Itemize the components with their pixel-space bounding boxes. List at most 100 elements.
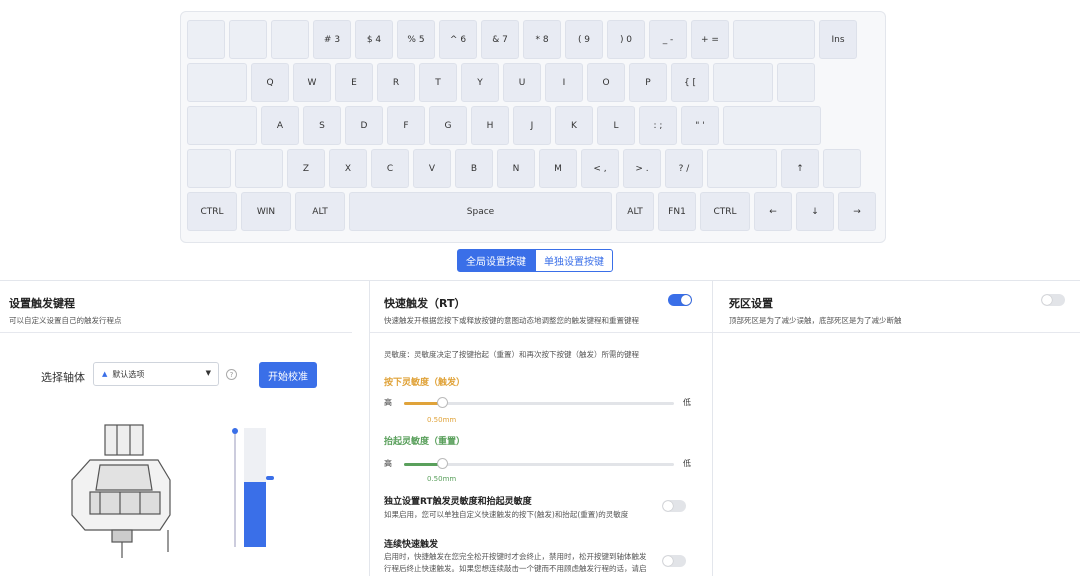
keyboard-key[interactable]: CTRL (700, 192, 750, 231)
keyboard-key[interactable]: Space (349, 192, 612, 231)
release-slider-handle[interactable] (437, 458, 448, 469)
keyboard-key[interactable]: I (545, 63, 583, 102)
keyboard-key[interactable]: Q (251, 63, 289, 102)
settings-mode-tabs: 全局设置按键 单独设置按键 (457, 249, 613, 272)
keyboard-key[interactable]: K (555, 106, 593, 145)
keyboard-key[interactable]: _ - (649, 20, 687, 59)
keyboard-key[interactable]: & 7 (481, 20, 519, 59)
keyboard-key[interactable]: # 3 (313, 20, 351, 59)
sensitivity-desc: 灵敏度：灵敏度决定了按键抬起（重置）和再次按下按键（触发）所需的键程 (384, 350, 639, 359)
keyboard-key[interactable] (187, 106, 257, 145)
keyboard-key[interactable] (777, 63, 815, 102)
start-calibration-button[interactable]: 开始校准 (259, 362, 317, 388)
keyboard-key[interactable]: H (471, 106, 509, 145)
keyboard-key[interactable]: A (261, 106, 299, 145)
independent-rt-toggle[interactable] (662, 500, 686, 512)
toggle-knob (1042, 295, 1052, 305)
keyboard-key[interactable]: R (377, 63, 415, 102)
release-value: 0.50mm (427, 475, 457, 483)
keyboard-key[interactable]: ( 9 (565, 20, 603, 59)
divider (713, 332, 1080, 333)
keyboard-key[interactable]: N (497, 149, 535, 188)
keyboard-key[interactable] (235, 149, 283, 188)
keyboard-key[interactable]: ALT (295, 192, 345, 231)
axis-select-value: 默认选项 (112, 369, 145, 379)
keyboard-row-4: Z X C V B N M < , > .? / ↑ (187, 149, 861, 188)
keyboard-key[interactable]: : ; (639, 106, 677, 145)
keyboard-key[interactable]: P (629, 63, 667, 102)
trigger-panel-title: 设置触发键程 (9, 297, 75, 310)
rt-panel-title: 快速触发（RT） (384, 297, 466, 310)
keyboard-key[interactable] (229, 20, 267, 59)
keyboard-key[interactable]: B (455, 149, 493, 188)
keyboard-key[interactable]: → (838, 192, 876, 231)
keyboard-key[interactable]: WIN (241, 192, 291, 231)
axis-select[interactable]: ▲ 默认选项 ▼ (93, 362, 219, 386)
keyboard-key[interactable]: " ' (681, 106, 719, 145)
press-slider-handle[interactable] (437, 397, 448, 408)
keyboard-key[interactable]: W (293, 63, 331, 102)
help-icon[interactable]: ? (226, 369, 237, 380)
keyboard-key[interactable]: ↓ (796, 192, 834, 231)
keyboard-key[interactable]: V (413, 149, 451, 188)
keyboard-key[interactable]: L (597, 106, 635, 145)
keyboard-key[interactable] (823, 149, 861, 188)
keyboard-key[interactable]: S (303, 106, 341, 145)
keyboard-key[interactable]: < , (581, 149, 619, 188)
keyboard-key[interactable] (187, 149, 231, 188)
keyboard-key[interactable]: * 8 (523, 20, 561, 59)
keyboard-key[interactable]: E (335, 63, 373, 102)
keyboard-key[interactable]: CTRL (187, 192, 237, 231)
keyboard-key[interactable]: > . (623, 149, 661, 188)
keyboard-key[interactable]: U (503, 63, 541, 102)
independent-rt-title: 独立设置RT触发灵敏度和抬起灵敏度 (384, 497, 532, 507)
tab-global-settings[interactable]: 全局设置按键 (457, 249, 535, 272)
keyboard-key[interactable]: FN1 (658, 192, 696, 231)
keyboard-key[interactable] (723, 106, 821, 145)
keyboard-key[interactable]: + = (691, 20, 729, 59)
keyboard-key[interactable]: Z (287, 149, 325, 188)
keyboard-key[interactable]: ← (754, 192, 792, 231)
keyboard-key[interactable]: ALT (616, 192, 654, 231)
keyboard-preview: # 3 $ 4% 5 ^ 6 & 7 * 8( 9) 0 _ - + = Ins QWERTY… (180, 11, 886, 243)
travel-scale (234, 428, 236, 547)
rt-panel-desc: 快速触发开根据您按下或释放按键的意图动态地调整您的触发键程和重置键程 (384, 316, 639, 325)
keyboard-key[interactable]: D (345, 106, 383, 145)
keyboard-key[interactable] (187, 20, 225, 59)
rt-toggle[interactable] (668, 294, 692, 306)
keyboard-key[interactable]: { [ (671, 63, 709, 102)
keyboard-key[interactable] (713, 63, 773, 102)
keyboard-key[interactable]: C (371, 149, 409, 188)
keyboard-key[interactable] (271, 20, 309, 59)
travel-marker[interactable] (266, 476, 274, 480)
trigger-panel-desc: 可以自定义设置自己的触发行程点 (9, 316, 122, 325)
continuous-rt-toggle[interactable] (662, 555, 686, 567)
keyboard-key[interactable]: J (513, 106, 551, 145)
keyboard-key[interactable]: Ins (819, 20, 857, 59)
deadzone-panel: 死区设置 顶部死区是为了减少误触，底部死区是为了减少断触 (713, 280, 1080, 576)
keyboard-key[interactable]: M (539, 149, 577, 188)
keyboard-key[interactable] (187, 63, 247, 102)
deadzone-toggle[interactable] (1041, 294, 1065, 306)
keyboard-key[interactable]: Y (461, 63, 499, 102)
press-low-label: 低 (683, 398, 691, 407)
keyboard-key[interactable]: T (419, 63, 457, 102)
press-sensitivity-slider[interactable] (404, 397, 674, 408)
travel-top-marker[interactable] (232, 428, 238, 434)
keyboard-key[interactable]: G (429, 106, 467, 145)
keyboard-key[interactable]: X (329, 149, 367, 188)
press-sensitivity-title: 按下灵敏度（触发） (384, 378, 466, 388)
keyboard-key[interactable]: ) 0 (607, 20, 645, 59)
release-sensitivity-slider[interactable] (404, 458, 674, 469)
keyboard-key[interactable]: $ 4 (355, 20, 393, 59)
keyboard-key[interactable]: O (587, 63, 625, 102)
keyboard-key[interactable] (733, 20, 815, 59)
keyboard-key[interactable] (707, 149, 777, 188)
triangle-up-icon: ▲ (102, 370, 108, 378)
keyboard-key[interactable]: F (387, 106, 425, 145)
keyboard-key[interactable]: % 5 (397, 20, 435, 59)
tab-single-settings[interactable]: 单独设置按键 (535, 249, 613, 272)
keyboard-key[interactable]: ^ 6 (439, 20, 477, 59)
keyboard-key[interactable]: ? / (665, 149, 703, 188)
keyboard-key[interactable]: ↑ (781, 149, 819, 188)
